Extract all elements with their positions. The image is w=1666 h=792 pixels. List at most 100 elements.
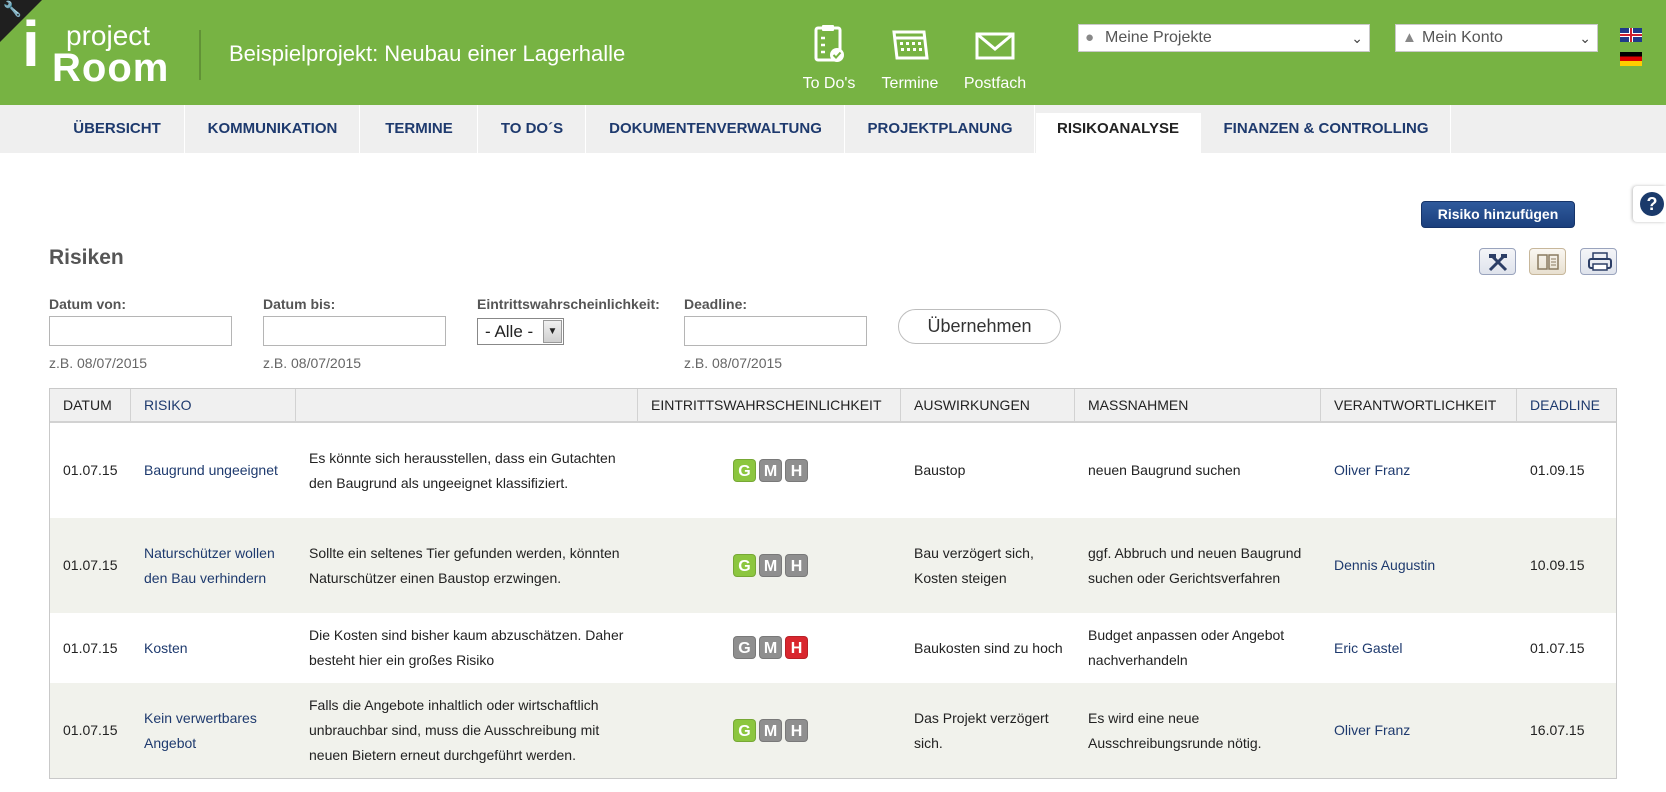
column-header-deadline[interactable]: DEADLINE bbox=[1517, 389, 1616, 421]
probability-badges: G M H bbox=[733, 719, 808, 742]
tab-dokumentenverwaltung[interactable]: DOKUMENTENVERWALTUNG bbox=[587, 105, 845, 153]
table-row: 01.07.15 Baugrund ungeeignet Es könnte s… bbox=[50, 423, 1616, 518]
logo-bottom-text: Room bbox=[52, 46, 170, 90]
project-select-value: Meine Projekte bbox=[1105, 29, 1212, 46]
date-to-label: Datum bis: bbox=[263, 296, 336, 312]
probability-select[interactable]: - Alle - ▼ bbox=[477, 318, 564, 345]
date-from-input[interactable] bbox=[49, 316, 232, 346]
measures-cell: neuen Baugrund suchen bbox=[1088, 462, 1241, 478]
date-cell: 01.07.15 bbox=[63, 462, 118, 478]
german-flag-icon[interactable] bbox=[1620, 52, 1642, 66]
manual-button[interactable] bbox=[1529, 248, 1566, 275]
probability-m-badge: M bbox=[759, 636, 782, 659]
probability-g-badge: G bbox=[733, 719, 756, 742]
measures-cell: Budget anpassen oder Angebot nachverhand… bbox=[1088, 627, 1285, 668]
quicklink-postfach-label: Postfach bbox=[963, 75, 1027, 92]
risk-table: DATUM RISIKO EINTRITTSWAHRSCHEINLICHKEIT… bbox=[49, 388, 1617, 779]
account-select[interactable]: ▲ Mein Konto ⌄ bbox=[1395, 24, 1598, 52]
tab-termine[interactable]: TERMINE bbox=[361, 105, 478, 153]
book-icon bbox=[1537, 254, 1559, 270]
chevron-down-icon: ⌄ bbox=[1579, 30, 1591, 46]
tab-projektplanung[interactable]: PROJEKTPLANUNG bbox=[846, 105, 1035, 153]
envelope-icon bbox=[975, 32, 1015, 60]
deadline-cell: 16.07.15 bbox=[1530, 722, 1585, 738]
probability-g-badge: G bbox=[733, 554, 756, 577]
chevron-down-icon: ⌄ bbox=[1351, 30, 1363, 46]
quicklink-termine[interactable]: Termine bbox=[865, 22, 955, 94]
measures-cell: Es wird eine neue Ausschreibungsrunde nö… bbox=[1088, 709, 1262, 751]
header-bar: 🔧 i project Room Beispielprojekt: Neubau… bbox=[0, 0, 1666, 105]
logo-letter: i bbox=[22, 8, 40, 80]
probability-m-badge: M bbox=[759, 554, 782, 577]
print-icon bbox=[1588, 252, 1612, 271]
risk-link[interactable]: Kosten bbox=[144, 613, 294, 683]
help-icon: ? bbox=[1640, 192, 1664, 216]
column-header-massnahmen: MASSNAHMEN bbox=[1075, 389, 1321, 421]
page-title: Risiken bbox=[49, 246, 124, 269]
quicklink-todos-label: To Do's bbox=[802, 75, 856, 92]
column-header-risiko[interactable]: RISIKO bbox=[131, 389, 296, 421]
description-cell: Es könnte sich herausstellen, dass ein G… bbox=[309, 449, 616, 491]
probability-g-badge: G bbox=[733, 459, 756, 482]
responsible-link[interactable]: Dennis Augustin bbox=[1334, 518, 1435, 613]
impact-cell: Baukosten sind zu hoch bbox=[914, 639, 1063, 656]
impact-cell: Baustop bbox=[914, 462, 966, 478]
tools-icon bbox=[1488, 254, 1508, 272]
table-row: 01.07.15 Kosten Die Kosten sind bisher k… bbox=[50, 613, 1616, 683]
date-to-input[interactable] bbox=[263, 316, 446, 346]
user-icon: ▲ bbox=[1402, 29, 1417, 46]
tab-finanzen-controlling[interactable]: FINANZEN & CONTROLLING bbox=[1202, 105, 1451, 153]
tab-uebersicht[interactable]: ÜBERSICHT bbox=[50, 105, 185, 153]
risk-link[interactable]: Baugrund ungeeignet bbox=[144, 423, 294, 518]
probability-g-badge: G bbox=[733, 636, 756, 659]
deadline-label: Deadline: bbox=[684, 296, 748, 312]
column-header-eintrittswahrscheinlichkeit: EINTRITTSWAHRSCHEINLICHKEIT bbox=[638, 389, 901, 421]
risk-link[interactable]: Kein verwertbares Angebot bbox=[144, 683, 294, 778]
deadline-cell: 10.09.15 bbox=[1530, 557, 1585, 573]
deadline-cell: 01.07.15 bbox=[1530, 639, 1585, 656]
column-header-auswirkungen: AUSWIRKUNGEN bbox=[901, 389, 1075, 421]
probability-h-badge: H bbox=[785, 719, 808, 742]
responsible-link[interactable]: Eric Gastel bbox=[1334, 613, 1402, 683]
description-cell: Falls die Angebote inhaltlich oder wirts… bbox=[309, 697, 600, 763]
quicklink-postfach[interactable]: Postfach bbox=[950, 22, 1040, 94]
probability-label: Eintrittswahrscheinlichkeit: bbox=[477, 296, 660, 312]
logo[interactable]: i project Room bbox=[22, 12, 197, 88]
caret-down-icon: ▼ bbox=[543, 320, 562, 343]
probability-badges: G M H bbox=[733, 554, 808, 577]
probability-h-badge: H bbox=[785, 636, 808, 659]
responsible-link[interactable]: Oliver Franz bbox=[1334, 423, 1410, 518]
date-cell: 01.07.15 bbox=[63, 557, 118, 573]
print-button[interactable] bbox=[1580, 248, 1617, 275]
risk-link[interactable]: Naturschützer wollen den Bau verhindern bbox=[144, 518, 294, 613]
date-cell: 01.07.15 bbox=[63, 639, 118, 656]
date-from-label: Datum von: bbox=[49, 296, 126, 312]
date-from-hint: z.B. 08/07/2015 bbox=[49, 355, 148, 371]
calendar-icon bbox=[892, 30, 929, 60]
tab-kommunikation[interactable]: KOMMUNIKATION bbox=[186, 105, 360, 153]
wrench-icon[interactable]: 🔧 bbox=[3, 2, 22, 17]
tab-risikoanalyse[interactable]: RISIKOANALYSE bbox=[1036, 113, 1201, 153]
account-select-value: Mein Konto bbox=[1422, 29, 1503, 46]
english-flag-icon[interactable] bbox=[1620, 28, 1642, 42]
help-button[interactable]: ? bbox=[1633, 186, 1666, 222]
probability-badges: G M H bbox=[733, 459, 808, 482]
column-header-datum: DATUM bbox=[50, 389, 131, 421]
table-header: DATUM RISIKO EINTRITTSWAHRSCHEINLICHKEIT… bbox=[50, 389, 1616, 423]
date-to-hint: z.B. 08/07/2015 bbox=[263, 355, 362, 371]
impact-cell: Das Projekt verzögert sich. bbox=[914, 709, 1049, 751]
quicklink-todos[interactable]: To Do's bbox=[784, 22, 874, 94]
deadline-hint: z.B. 08/07/2015 bbox=[684, 355, 783, 371]
tab-todos[interactable]: TO DO´S bbox=[479, 105, 586, 153]
apply-filter-button[interactable]: Übernehmen bbox=[898, 309, 1061, 344]
clipboard-check-icon bbox=[814, 25, 844, 62]
project-select[interactable]: ● Meine Projekte ⌄ bbox=[1078, 24, 1370, 52]
tools-button[interactable] bbox=[1479, 248, 1516, 275]
add-risk-button[interactable]: Risiko hinzufügen bbox=[1421, 201, 1575, 228]
table-row: 01.07.15 Kein verwertbares Angebot Falls… bbox=[50, 683, 1616, 778]
responsible-link[interactable]: Oliver Franz bbox=[1334, 683, 1410, 778]
probability-select-value: - Alle - bbox=[485, 322, 534, 341]
description-cell: Sollte ein seltenes Tier gefunden werden… bbox=[309, 544, 620, 586]
description-cell: Die Kosten sind bisher kaum abzuschätzen… bbox=[309, 627, 624, 668]
deadline-input[interactable] bbox=[684, 316, 867, 346]
